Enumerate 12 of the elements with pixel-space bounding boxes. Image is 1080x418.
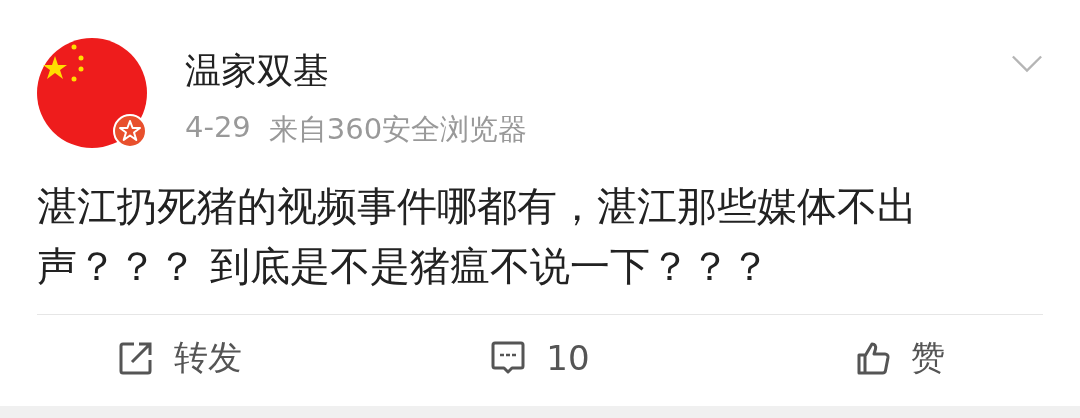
star-badge-icon [113,114,147,148]
post-text: 湛江扔死猪的视频事件哪都有，湛江那些媒体不出声？？？ 到底是不是猪瘟不说一下？？？ [37,182,918,291]
comment-button[interactable]: 10 [360,315,720,401]
repost-button[interactable]: 转发 [0,315,360,401]
share-icon [118,340,154,376]
thumbs-up-icon [855,340,891,376]
author-name[interactable]: 温家双基 [185,48,528,94]
post-source: 来自360安全浏览器 [268,111,528,148]
flag-avatar[interactable] [37,38,147,148]
comment-icon [490,340,527,376]
post-date: 4-29 [185,110,251,146]
like-button[interactable]: 赞 [720,315,1080,401]
